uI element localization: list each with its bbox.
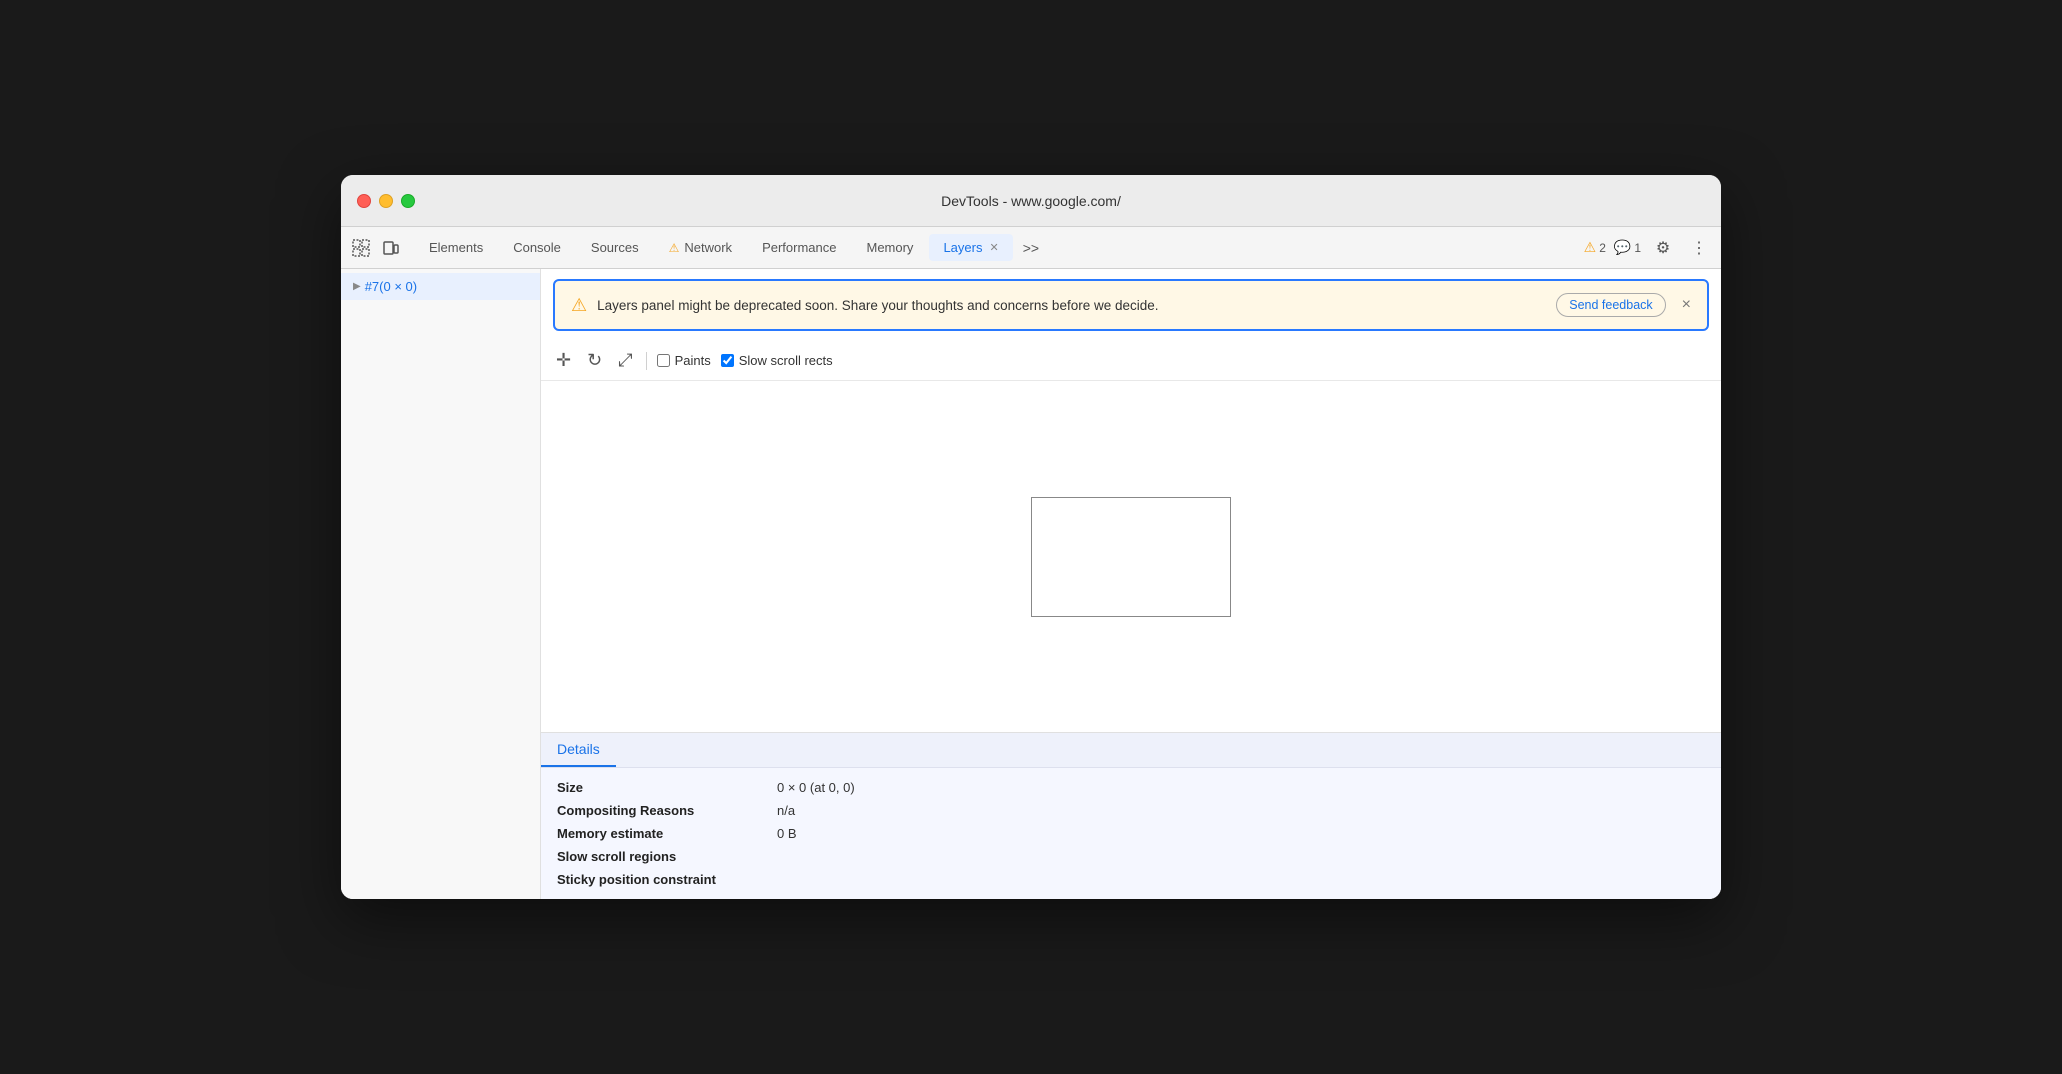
warnings-badge[interactable]: ⚠ 2 bbox=[1584, 239, 1606, 256]
tab-console[interactable]: Console bbox=[499, 234, 575, 261]
layers-content: ⚠ Layers panel might be deprecated soon.… bbox=[541, 269, 1721, 899]
sidebar-arrow-icon: ▶ bbox=[353, 281, 361, 292]
details-section: Details Size 0 × 0 (at 0, 0) Compositing… bbox=[541, 732, 1721, 899]
detail-label-size: Size bbox=[557, 780, 777, 795]
tab-network[interactable]: ⚠ Network bbox=[655, 234, 746, 261]
banner-message: Layers panel might be deprecated soon. S… bbox=[597, 298, 1546, 313]
tab-layers-close[interactable]: ✕ bbox=[989, 241, 998, 254]
banner-close-button[interactable]: × bbox=[1682, 296, 1691, 314]
detail-value-size: 0 × 0 (at 0, 0) bbox=[777, 780, 1705, 795]
paints-label: Paints bbox=[675, 353, 711, 368]
details-tab-label[interactable]: Details bbox=[541, 733, 616, 767]
detail-value-memory: 0 B bbox=[777, 826, 1705, 841]
rotate-icon[interactable]: ↻ bbox=[584, 347, 605, 374]
devtools-window: DevTools - www.google.com/ bbox=[341, 175, 1721, 899]
window-title: DevTools - www.google.com/ bbox=[941, 193, 1121, 209]
layers-canvas bbox=[541, 381, 1721, 732]
layer-preview-box bbox=[1031, 497, 1231, 617]
paints-checkbox-group[interactable]: Paints bbox=[657, 353, 711, 368]
sidebar-item-layer1[interactable]: ▶ #7(0 × 0) bbox=[341, 273, 540, 300]
main-content: ▶ #7(0 × 0) ⚠ Layers panel might be depr… bbox=[341, 269, 1721, 899]
inspect-element-icon[interactable] bbox=[349, 236, 373, 260]
device-toolbar-icon[interactable] bbox=[379, 236, 403, 260]
pan-icon[interactable]: ✛ bbox=[553, 347, 574, 374]
messages-badge[interactable]: 💬 1 bbox=[1614, 239, 1641, 256]
tab-more-button[interactable]: >> bbox=[1015, 236, 1047, 260]
tab-bar-right: ⚠ 2 💬 1 ⚙ ⋮ bbox=[1584, 234, 1713, 262]
warning-badge-icon: ⚠ bbox=[1584, 239, 1597, 256]
layers-sidebar: ▶ #7(0 × 0) bbox=[341, 269, 541, 899]
tab-layers[interactable]: Layers ✕ bbox=[929, 234, 1012, 261]
tab-sources[interactable]: Sources bbox=[577, 234, 653, 261]
detail-value-slow-scroll bbox=[777, 849, 1705, 864]
paints-checkbox[interactable] bbox=[657, 354, 670, 367]
tab-performance[interactable]: Performance bbox=[748, 234, 850, 261]
traffic-lights bbox=[357, 194, 415, 208]
tab-elements[interactable]: Elements bbox=[415, 234, 497, 261]
more-options-icon[interactable]: ⋮ bbox=[1685, 234, 1713, 262]
deprecation-banner: ⚠ Layers panel might be deprecated soon.… bbox=[553, 279, 1709, 331]
send-feedback-button[interactable]: Send feedback bbox=[1556, 293, 1665, 317]
tab-bar-tools bbox=[349, 236, 403, 260]
detail-label-compositing: Compositing Reasons bbox=[557, 803, 777, 818]
banner-warning-icon: ⚠ bbox=[571, 295, 587, 316]
message-badge-icon: 💬 bbox=[1614, 239, 1631, 256]
minimize-button[interactable] bbox=[379, 194, 393, 208]
layers-toolbar: ✛ ↻ ⤢ Paints Slow scroll rects bbox=[541, 341, 1721, 381]
tab-memory[interactable]: Memory bbox=[852, 234, 927, 261]
slow-scroll-label: Slow scroll rects bbox=[739, 353, 833, 368]
detail-label-sticky: Sticky position constraint bbox=[557, 872, 777, 887]
details-table: Size 0 × 0 (at 0, 0) Compositing Reasons… bbox=[541, 768, 1721, 899]
close-button[interactable] bbox=[357, 194, 371, 208]
details-header-row: Details bbox=[541, 733, 1721, 768]
tab-bar: Elements Console Sources ⚠ Network Perfo… bbox=[341, 227, 1721, 269]
settings-icon[interactable]: ⚙ bbox=[1649, 234, 1677, 262]
network-warning-icon: ⚠ bbox=[669, 241, 680, 255]
detail-value-compositing: n/a bbox=[777, 803, 1705, 818]
maximize-button[interactable] bbox=[401, 194, 415, 208]
slow-scroll-checkbox[interactable] bbox=[721, 354, 734, 367]
slow-scroll-checkbox-group[interactable]: Slow scroll rects bbox=[721, 353, 833, 368]
detail-value-sticky bbox=[777, 872, 1705, 887]
toolbar-separator bbox=[646, 352, 647, 370]
title-bar: DevTools - www.google.com/ bbox=[341, 175, 1721, 227]
detail-label-slow-scroll: Slow scroll regions bbox=[557, 849, 777, 864]
reset-view-icon[interactable]: ⤢ bbox=[615, 347, 635, 374]
detail-label-memory: Memory estimate bbox=[557, 826, 777, 841]
